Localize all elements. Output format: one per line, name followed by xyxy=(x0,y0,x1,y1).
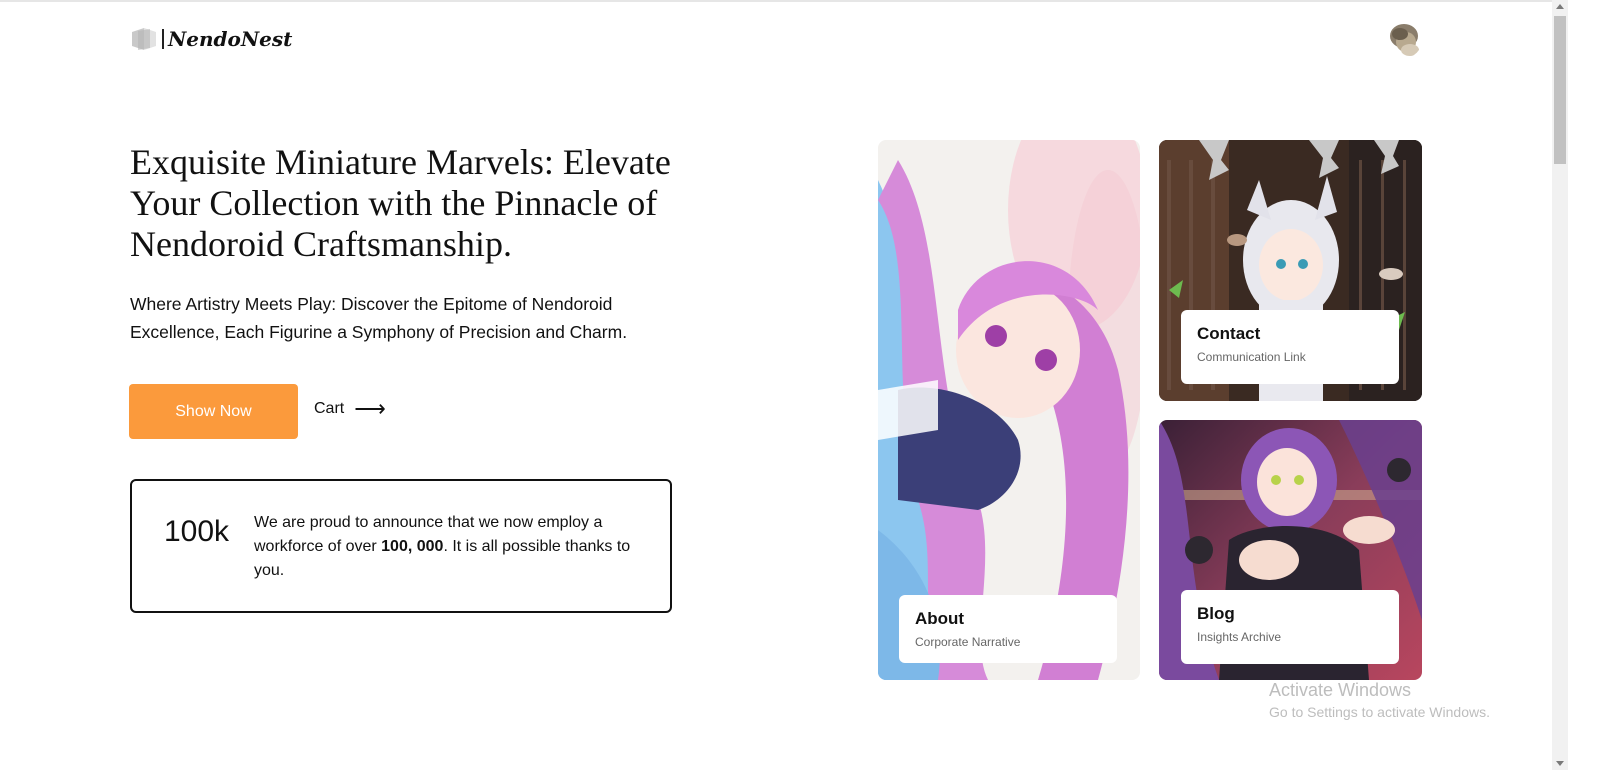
logo[interactable]: NendoNest xyxy=(130,26,292,52)
stat-highlight: 100, 000 xyxy=(381,538,444,555)
contact-label: Contact Communication Link xyxy=(1181,310,1399,384)
contact-title: Contact xyxy=(1197,324,1261,343)
blog-title: Blog xyxy=(1197,604,1235,623)
avatar-image xyxy=(1386,22,1422,58)
brand-name: NendoNest xyxy=(168,27,293,51)
scroll-up-arrow-icon[interactable] xyxy=(1556,4,1564,9)
site-header: NendoNest xyxy=(130,22,1422,62)
blog-label: Blog Insights Archive xyxy=(1181,590,1399,664)
about-label: About Corporate Narrative xyxy=(899,595,1117,663)
hero-title: Exquisite Miniature Marvels: Elevate You… xyxy=(130,142,671,264)
window-top-border xyxy=(0,0,1568,2)
user-avatar[interactable] xyxy=(1386,22,1422,58)
blog-desc: Insights Archive xyxy=(1197,630,1282,644)
activate-windows-subtitle: Go to Settings to activate Windows. xyxy=(1269,704,1490,720)
about-desc: Corporate Narrative xyxy=(915,635,1021,649)
contact-desc: Communication Link xyxy=(1197,350,1306,364)
hero-subtitle: Where Artistry Meets Play: Discover the … xyxy=(130,294,628,342)
about-title: About xyxy=(915,609,965,628)
arrow-right-icon: ⟶ xyxy=(354,396,386,421)
vertical-scrollbar[interactable] xyxy=(1552,0,1568,770)
stat-number: 100k xyxy=(164,515,230,548)
stat-card: 100k We are proud to announce that we no… xyxy=(130,479,672,613)
contact-card[interactable]: Contact Communication Link xyxy=(1159,140,1422,401)
scrollbar-thumb[interactable] xyxy=(1554,16,1566,164)
show-now-button[interactable]: Show Now xyxy=(129,384,298,439)
box-logo-icon xyxy=(132,28,156,50)
window-edge xyxy=(1568,0,1600,770)
blog-card[interactable]: Blog Insights Archive xyxy=(1159,420,1422,680)
activate-windows-title: Activate Windows xyxy=(1269,680,1412,700)
logo-divider xyxy=(162,29,164,49)
scroll-down-arrow-icon[interactable] xyxy=(1556,761,1564,766)
cart-link[interactable]: Cart ⟶ xyxy=(314,396,386,421)
stat-description: We are proud to announce that we now emp… xyxy=(254,511,644,583)
cart-label: Cart xyxy=(314,400,345,417)
about-card[interactable]: About Corporate Narrative xyxy=(878,140,1140,680)
